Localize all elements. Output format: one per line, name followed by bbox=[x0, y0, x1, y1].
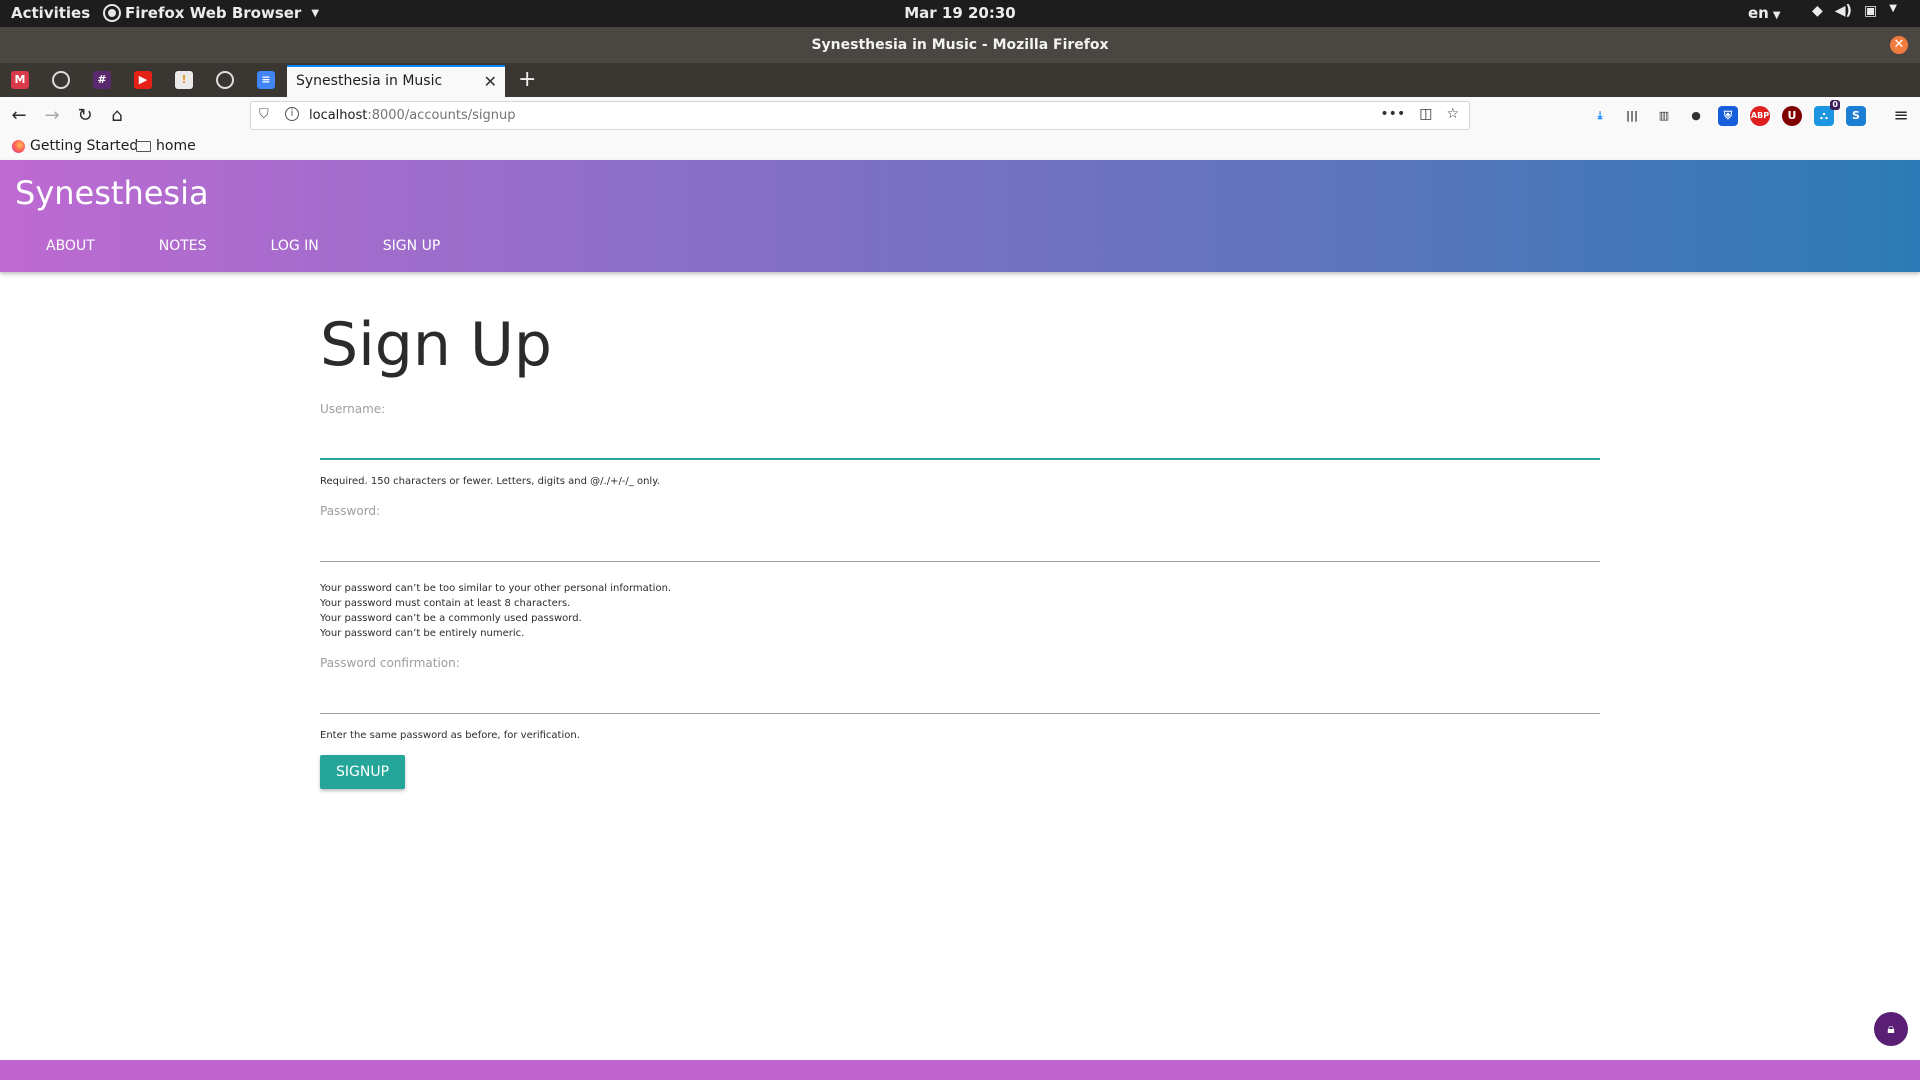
nav-bar: ← → ↻ ⌂ ⛉ i localhost:8000/accounts/sign… bbox=[0, 97, 1920, 135]
pinned-tab-youtube[interactable]: ▶ bbox=[134, 71, 152, 89]
tab-strip: M # ▶ ! ≡ Synesthesia in Music ✕ + bbox=[0, 63, 1920, 97]
tab-synesthesia[interactable]: Synesthesia in Music ✕ bbox=[287, 65, 505, 97]
nav-link-notes[interactable]: NOTES bbox=[127, 238, 239, 254]
page-footer bbox=[0, 1060, 1920, 1080]
password-confirmation-label: Password confirmation: bbox=[320, 656, 460, 670]
site-info-icon[interactable]: i bbox=[285, 107, 299, 121]
pinned-tab-github[interactable] bbox=[52, 71, 70, 89]
home-button[interactable]: ⌂ bbox=[106, 105, 128, 126]
signup-button[interactable]: SIGNUP bbox=[320, 755, 406, 789]
system-top-bar: Activities Firefox Web Browser ▼ Mar 19 … bbox=[0, 0, 1920, 27]
lock-icon: ▣ bbox=[1863, 3, 1878, 19]
password-confirmation-field[interactable] bbox=[320, 674, 1600, 714]
close-tab-icon[interactable]: ✕ bbox=[484, 72, 497, 91]
page-title: Sign Up bbox=[320, 310, 552, 380]
forward-button[interactable]: → bbox=[41, 105, 63, 126]
pinned-tab-github-2[interactable] bbox=[216, 71, 234, 89]
chevron-down-icon: ▼ bbox=[1772, 10, 1781, 21]
bookmark-label: Getting Started bbox=[30, 138, 139, 154]
pocket-icon[interactable]: ◫ bbox=[1419, 106, 1432, 122]
nav-link-login[interactable]: LOG IN bbox=[239, 238, 351, 254]
site-nav-links: ABOUT NOTES LOG IN SIGN UP bbox=[14, 238, 472, 254]
password-confirmation-help: Enter the same password as before, for v… bbox=[320, 730, 580, 741]
adblock-icon[interactable]: ABP bbox=[1750, 106, 1770, 126]
url-host: localhost bbox=[309, 108, 368, 123]
page-actions-icon[interactable]: ••• bbox=[1380, 106, 1405, 122]
window-title: Synesthesia in Music - Mozilla Firefox bbox=[811, 37, 1109, 53]
close-window-button[interactable]: ✕ bbox=[1890, 36, 1908, 54]
pinned-tab-docs[interactable]: ≡ bbox=[257, 71, 275, 89]
password-help-line: Your password must contain at least 8 ch… bbox=[320, 598, 571, 609]
password-help: Your password can’t be too similar to yo… bbox=[320, 581, 1600, 641]
bookmark-star-icon[interactable]: ☆ bbox=[1446, 106, 1459, 122]
username-help: Required. 150 characters or fewer. Lette… bbox=[320, 476, 660, 487]
bookmark-getting-started[interactable]: Getting Started bbox=[12, 138, 138, 154]
wifi-icon: ◆ bbox=[1812, 3, 1823, 19]
nav-link-about[interactable]: ABOUT bbox=[14, 238, 127, 254]
back-button[interactable]: ← bbox=[8, 105, 30, 126]
pinned-tab-notifications[interactable]: ! bbox=[175, 71, 193, 89]
nav-link-signup[interactable]: SIGN UP bbox=[351, 238, 472, 254]
password-manager-lock-icon[interactable]: 🔒︎ bbox=[1874, 1012, 1908, 1046]
signup-form: Sign Up Username: Required. 150 characte… bbox=[320, 310, 1600, 789]
url-bar[interactable]: ⛉ i localhost:8000/accounts/signup ••• ◫… bbox=[250, 101, 1470, 130]
password-help-line: Your password can’t be a commonly used p… bbox=[320, 613, 582, 624]
site-brand[interactable]: Synesthesia bbox=[15, 174, 209, 212]
tab-title: Synesthesia in Music bbox=[296, 73, 443, 89]
username-field[interactable] bbox=[320, 420, 1600, 460]
password-help-line: Your password can’t be too similar to yo… bbox=[320, 583, 672, 594]
skype-icon[interactable]: S bbox=[1846, 106, 1866, 126]
site-header: Synesthesia ABOUT NOTES LOG IN SIGN UP bbox=[0, 160, 1920, 272]
pinned-tab-slack[interactable]: # bbox=[93, 71, 111, 89]
password-field[interactable] bbox=[320, 522, 1600, 562]
toolbar-icons: ⤓ ||| ▥ ● ⛨ ABP U ⛬ 0 S bbox=[1590, 100, 1866, 126]
window-title-bar: Synesthesia in Music - Mozilla Firefox ✕ bbox=[0, 27, 1920, 63]
url-path: :8000/accounts/signup bbox=[367, 108, 516, 123]
pinned-tab-gmail[interactable]: M bbox=[11, 71, 29, 89]
chevron-down-icon: ▼ bbox=[1889, 3, 1897, 14]
ublock-icon[interactable]: U bbox=[1782, 106, 1802, 126]
reload-button[interactable]: ↻ bbox=[74, 105, 96, 126]
account-icon[interactable]: ● bbox=[1686, 106, 1706, 126]
bookmark-folder-home[interactable]: home bbox=[136, 138, 196, 154]
extension-badge: 0 bbox=[1830, 100, 1840, 110]
clock[interactable]: Mar 19 20:30 bbox=[0, 4, 1920, 22]
bitwarden-icon[interactable]: ⛨ bbox=[1718, 106, 1738, 126]
new-tab-button[interactable]: + bbox=[518, 67, 536, 92]
language-selector[interactable]: en ▼ bbox=[1748, 4, 1781, 22]
language-label: en bbox=[1748, 4, 1769, 22]
downloads-icon[interactable]: ⤓ bbox=[1590, 106, 1610, 126]
volume-icon: ◀) bbox=[1834, 3, 1852, 19]
page-viewport: Synesthesia ABOUT NOTES LOG IN SIGN UP S… bbox=[0, 160, 1920, 1080]
hamburger-menu-icon[interactable]: ≡ bbox=[1890, 105, 1912, 126]
firefox-icon bbox=[12, 139, 25, 153]
password-help-line: Your password can’t be entirely numeric. bbox=[320, 628, 525, 639]
bookmarks-toolbar: Getting Started home bbox=[0, 135, 1920, 160]
username-label: Username: bbox=[320, 402, 386, 416]
url-text[interactable]: localhost:8000/accounts/signup bbox=[309, 108, 516, 123]
extension-badge-icon[interactable]: ⛬ 0 bbox=[1814, 100, 1840, 126]
bookmark-label: home bbox=[156, 138, 196, 154]
folder-icon bbox=[136, 140, 151, 152]
tracking-protection-icon[interactable]: ⛉ bbox=[259, 107, 269, 122]
password-label: Password: bbox=[320, 504, 381, 518]
sidebar-icon[interactable]: ▥ bbox=[1654, 106, 1674, 126]
system-status-menu[interactable]: ◆ ◀) ▣ ▼ bbox=[1812, 3, 1897, 19]
library-icon[interactable]: ||| bbox=[1622, 106, 1642, 126]
